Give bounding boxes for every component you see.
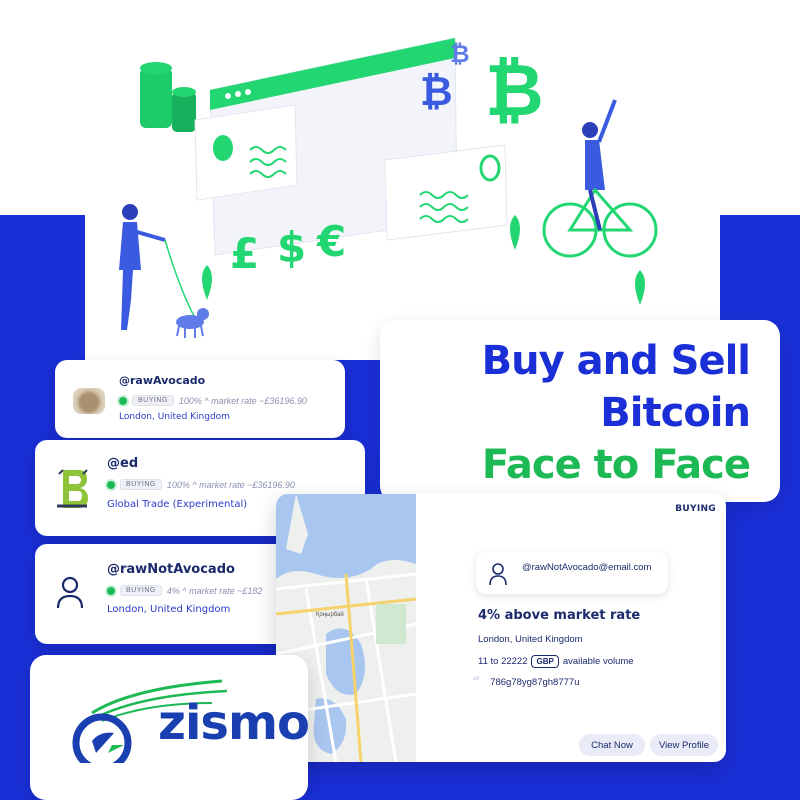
bitcoin-icon: ₿	[485, 48, 544, 132]
headline-card: Buy and Sell Bitcoin Face to Face	[380, 320, 780, 502]
trade-code: “ 786g78yg87gh8777u	[472, 672, 580, 692]
avatar	[73, 388, 105, 414]
listing-rate: 100% ^ market rate ~£36196.90	[166, 479, 295, 490]
hero-illustration: ₿ ₿ ₿ £ $ €	[85, 0, 720, 360]
listing-location: Global Trade (Experimental)	[107, 499, 248, 510]
status-badge: BUYING	[132, 395, 174, 406]
online-status-icon	[107, 586, 115, 595]
bitcoin-icon: ₿	[450, 40, 470, 68]
logo-card: zismo	[30, 655, 310, 800]
listing-meta: BUYING 100% ^ market rate ~£36196.90	[119, 395, 307, 406]
listing-card[interactable]: @rawAvocado BUYING 100% ^ market rate ~£…	[55, 360, 345, 438]
listing-location: London, United Kingdom	[119, 412, 230, 422]
map-label: Қоңырбай	[316, 612, 344, 618]
listing-detail-panel: Қоңырбай BUYING @rawNotAvocado@email.com…	[276, 494, 726, 762]
volume-suffix: available volume	[562, 656, 634, 667]
dollar-icon: $	[277, 223, 306, 272]
status-badge: BUYING	[120, 479, 162, 490]
online-status-icon	[119, 396, 127, 405]
logo-wordmark: zismo	[158, 695, 310, 751]
tree-icon	[202, 265, 212, 300]
online-status-icon	[107, 480, 115, 489]
user-icon	[488, 562, 508, 591]
bitcoin-icon: ₿	[420, 69, 453, 115]
user-icon	[55, 574, 85, 610]
listing-username: @rawAvocado	[119, 374, 206, 387]
listing-meta: BUYING 100% ^ market rate ~£36196.90	[107, 479, 295, 490]
cyclist-icon	[542, 99, 658, 258]
headline-line-1: Buy and Sell	[481, 338, 751, 384]
woman-with-dog-icon	[119, 204, 209, 338]
volume-info: 11 to 22222 GBP available volume	[478, 655, 634, 668]
euro-icon: €	[316, 217, 346, 266]
chat-now-button[interactable]: Chat Now	[579, 734, 645, 756]
currency-badge: GBP	[531, 655, 559, 668]
status-badge: BUYING	[120, 585, 162, 596]
headline-line-3: Face to Face	[481, 442, 751, 488]
listing-rate: 100% ^ market rate ~£36196.90	[178, 395, 307, 406]
listing-rate: 4% ^ market rate ~£182	[166, 585, 263, 596]
quote-icon: “	[472, 672, 481, 692]
headline-line-2: Bitcoin	[600, 390, 751, 436]
tree-icon	[635, 270, 645, 305]
listing-username: @rawNotAvocado	[107, 562, 235, 577]
trade-code-value: 786g78yg87gh8777u	[490, 677, 580, 688]
coin-stack-icon	[140, 62, 196, 132]
listing-username: @ed	[107, 456, 139, 471]
market-rate: 4% above market rate	[478, 608, 641, 623]
logo-avatar-icon	[53, 466, 91, 510]
tree-icon	[510, 215, 520, 250]
payment-card-icon	[194, 104, 298, 201]
view-profile-button[interactable]: View Profile	[650, 734, 718, 756]
listing-location: London, United Kingdom	[107, 604, 231, 615]
volume-range: 11 to 22222	[478, 656, 528, 667]
listing-meta: BUYING 4% ^ market rate ~£182	[107, 585, 262, 596]
detail-location: London, United Kingdom	[478, 634, 583, 645]
payment-card-icon	[384, 144, 508, 241]
user-email-box: @rawNotAvocado@email.com	[476, 552, 668, 594]
user-email: @rawNotAvocado@email.com	[522, 562, 652, 573]
pound-icon: £	[230, 229, 259, 278]
status-tag: BUYING	[675, 504, 716, 514]
